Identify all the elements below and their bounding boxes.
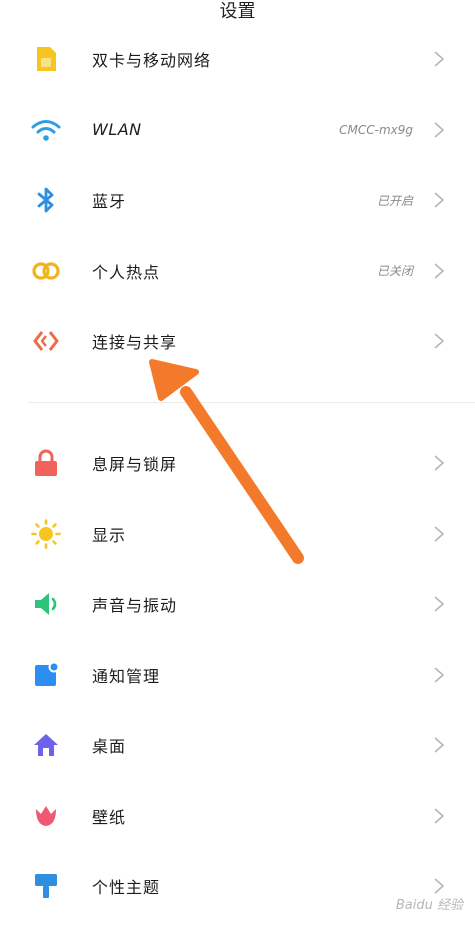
chevron-right-icon	[434, 455, 445, 471]
tulip-icon	[31, 801, 61, 831]
settings-item-connection-sharing[interactable]: 连接与共享	[0, 306, 475, 377]
chevron-right-icon	[434, 122, 445, 138]
chevron-right-icon	[434, 737, 445, 753]
hotspot-icon	[31, 256, 61, 286]
chevron-right-icon	[434, 263, 445, 279]
settings-item-label: 壁纸	[92, 807, 127, 827]
settings-item-label: 声音与振动	[92, 596, 178, 616]
page-title: 设置	[219, 1, 256, 22]
brush-icon	[31, 871, 61, 901]
settings-item-lock-screen[interactable]: 息屏与锁屏	[0, 428, 475, 499]
settings-item-hotspot[interactable]: 个人热点 已关闭	[0, 236, 475, 307]
settings-item-label: 通知管理	[92, 666, 161, 686]
settings-item-label: WLAN	[92, 120, 142, 140]
settings-item-label: 显示	[92, 525, 127, 545]
settings-item-bluetooth[interactable]: 蓝牙 已开启	[0, 165, 475, 236]
chevron-right-icon	[434, 192, 445, 208]
share-icon	[31, 326, 61, 356]
settings-item-label: 个人热点	[92, 262, 161, 282]
speaker-icon	[31, 589, 61, 619]
bluetooth-status: 已开启	[376, 193, 413, 208]
section-divider	[28, 402, 475, 403]
lock-icon	[31, 448, 61, 478]
settings-item-desktop[interactable]: 桌面	[0, 710, 475, 781]
settings-item-label: 双卡与移动网络	[92, 51, 212, 71]
chevron-right-icon	[434, 526, 445, 542]
bluetooth-icon	[31, 185, 61, 215]
settings-item-sound[interactable]: 声音与振动	[0, 569, 475, 640]
chevron-right-icon	[434, 596, 445, 612]
wifi-icon	[31, 115, 61, 145]
settings-item-label: 桌面	[92, 737, 127, 757]
sun-icon	[31, 518, 61, 549]
chevron-right-icon	[434, 333, 445, 349]
hotspot-status: 已关闭	[376, 264, 413, 279]
home-icon	[31, 730, 61, 760]
settings-item-label: 个性主题	[92, 878, 161, 898]
sim-card-icon	[31, 44, 61, 74]
settings-item-notifications[interactable]: 通知管理	[0, 640, 475, 711]
watermark: Baidu 经验	[395, 898, 463, 913]
chevron-right-icon	[434, 667, 445, 683]
settings-item-label: 息屏与锁屏	[92, 455, 178, 475]
settings-group-device: 息屏与锁屏 显示 声音与振动 通知管理 桌面 壁纸 个性主题	[0, 428, 475, 922]
settings-item-label: 连接与共享	[92, 333, 178, 353]
wlan-network-name: CMCC-mx9g	[339, 122, 413, 137]
settings-item-display[interactable]: 显示	[0, 499, 475, 570]
settings-item-label: 蓝牙	[92, 192, 127, 212]
chevron-right-icon	[434, 51, 445, 67]
chevron-right-icon	[434, 878, 445, 894]
settings-item-wlan[interactable]: WLAN CMCC-mx9g	[0, 95, 475, 166]
settings-item-wallpaper[interactable]: 壁纸	[0, 781, 475, 852]
chevron-right-icon	[434, 808, 445, 824]
settings-group-connectivity: 双卡与移动网络 WLAN CMCC-mx9g 蓝牙 已开启 个人热点 已关闭 连…	[0, 24, 475, 377]
settings-item-dual-sim[interactable]: 双卡与移动网络	[0, 24, 475, 95]
notification-icon	[31, 660, 61, 690]
